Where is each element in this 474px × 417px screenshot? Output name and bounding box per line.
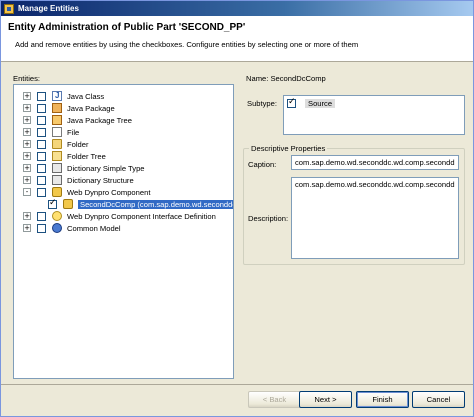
next-button[interactable]: Next > xyxy=(299,391,352,408)
tree-row-label: Common Model xyxy=(67,223,121,233)
manage-entities-window: Manage Entities Entity Administration of… xyxy=(0,0,474,417)
window-icon xyxy=(4,3,14,14)
tree-row[interactable]: + Dictionary Simple Type xyxy=(23,162,145,174)
subtype-source-checkbox[interactable] xyxy=(287,97,296,108)
dictionary-structure-icon xyxy=(52,175,62,185)
tree-row-label: Folder Tree xyxy=(67,151,106,161)
expand-toggle-icon[interactable]: + xyxy=(23,212,31,220)
tree-row[interactable]: + Java Class xyxy=(23,90,104,102)
expand-toggle-icon[interactable]: + xyxy=(23,140,31,148)
tree-row-label: Web Dynpro Component xyxy=(67,187,151,197)
cancel-button[interactable]: Cancel xyxy=(412,391,465,408)
back-button[interactable]: < Back xyxy=(248,391,301,408)
java-package-icon xyxy=(52,103,62,113)
tree-row-checkbox[interactable] xyxy=(37,187,46,197)
tree-row[interactable]: + File xyxy=(23,126,79,138)
expand-toggle-icon[interactable]: + xyxy=(23,164,31,172)
expand-toggle-icon xyxy=(34,200,42,208)
page-title: Entity Administration of Public Part 'SE… xyxy=(8,22,246,33)
tree-row-checkbox[interactable] xyxy=(37,175,46,185)
expand-toggle-icon[interactable]: + xyxy=(23,92,31,100)
tree-row-checkbox[interactable] xyxy=(37,91,46,101)
tree-row[interactable]: SecondDcComp (com.sap.demo.wd.seconddc xyxy=(34,198,233,210)
tree-row-label: File xyxy=(67,127,80,137)
folder-tree-icon xyxy=(52,151,62,161)
common-model-icon xyxy=(52,223,62,233)
subtype-label: Subtype: xyxy=(247,99,277,108)
tree-row-label: Java Package xyxy=(67,103,115,113)
component-interface-icon xyxy=(52,211,62,221)
tree-row[interactable]: + Java Package xyxy=(23,102,115,114)
wizard-header: Entity Administration of Public Part 'SE… xyxy=(1,16,473,62)
title-bar[interactable]: Manage Entities xyxy=(1,1,473,16)
footer-separator xyxy=(1,384,473,385)
tree-row-checkbox[interactable] xyxy=(48,198,57,209)
tree-row[interactable]: + Java Package Tree xyxy=(23,114,132,126)
tree-row-checkbox[interactable] xyxy=(37,115,46,125)
finish-button[interactable]: Finish xyxy=(356,391,409,408)
tree-row-checkbox[interactable] xyxy=(37,127,46,137)
tree-row-checkbox[interactable] xyxy=(37,139,46,149)
caption-input[interactable]: com.sap.demo.wd.seconddc.wd.comp.secondd xyxy=(291,155,459,170)
dictionary-simple-type-icon xyxy=(52,163,62,173)
entities-tree[interactable]: + Java Class + Java Package + Java Package Tr… xyxy=(13,84,234,379)
web-dynpro-component-icon xyxy=(63,199,73,209)
tree-row-label: Java Package Tree xyxy=(67,115,133,125)
tree-row-checkbox[interactable] xyxy=(37,223,46,233)
tree-row-label: Java Class xyxy=(67,91,105,101)
subtype-item-source[interactable]: Source xyxy=(287,97,336,108)
tree-row-checkbox[interactable] xyxy=(37,211,46,221)
tree-row-label: Web Dynpro Component Interface Definitio… xyxy=(67,211,216,221)
tree-row[interactable]: - Web Dynpro Component xyxy=(23,186,150,198)
tree-row-checkbox[interactable] xyxy=(37,103,46,113)
folder-icon xyxy=(52,139,62,149)
description-textarea[interactable]: com.sap.demo.wd.seconddc.wd.comp.secondd xyxy=(291,177,459,259)
expand-toggle-icon[interactable]: + xyxy=(23,104,31,112)
expand-toggle-icon[interactable]: + xyxy=(23,152,31,160)
window-title: Manage Entities xyxy=(18,4,79,13)
file-icon xyxy=(52,127,62,137)
tree-row[interactable]: + Folder xyxy=(23,138,89,150)
tree-row-checkbox[interactable] xyxy=(37,163,46,173)
subtype-list[interactable]: Source xyxy=(283,95,465,135)
page-description: Add and remove entities by using the che… xyxy=(15,40,359,49)
tree-row-label: Folder xyxy=(67,139,89,149)
caption-label: Caption: xyxy=(248,160,277,169)
tree-row[interactable]: + Common Model xyxy=(23,222,121,234)
description-label: Description: xyxy=(248,214,289,223)
tree-row[interactable]: + Web Dynpro Component Interface Definiti… xyxy=(23,210,216,222)
tree-row-label: Dictionary Simple Type xyxy=(67,163,145,173)
tree-row-checkbox[interactable] xyxy=(37,151,46,161)
descriptive-properties-title: Descriptive Properties xyxy=(249,144,328,153)
expand-toggle-icon[interactable]: + xyxy=(23,116,31,124)
java-package-tree-icon xyxy=(52,115,62,125)
tree-row-label: Dictionary Structure xyxy=(67,175,134,185)
tree-row[interactable]: + Folder Tree xyxy=(23,150,106,162)
entity-name-label: Name: SecondDcComp xyxy=(246,74,326,83)
tree-row[interactable]: + Dictionary Structure xyxy=(23,174,134,186)
web-dynpro-component-icon xyxy=(52,187,62,197)
subtype-source-label: Source xyxy=(305,99,336,108)
java-class-icon xyxy=(52,91,62,101)
expand-toggle-icon[interactable]: + xyxy=(23,176,31,184)
expand-toggle-icon[interactable]: + xyxy=(23,128,31,136)
tree-row-label: SecondDcComp (com.sap.demo.wd.seconddc xyxy=(78,199,233,209)
expand-toggle-icon[interactable]: + xyxy=(23,224,31,232)
entities-label: Entities: xyxy=(13,74,41,83)
collapse-toggle-icon[interactable]: - xyxy=(23,188,31,196)
